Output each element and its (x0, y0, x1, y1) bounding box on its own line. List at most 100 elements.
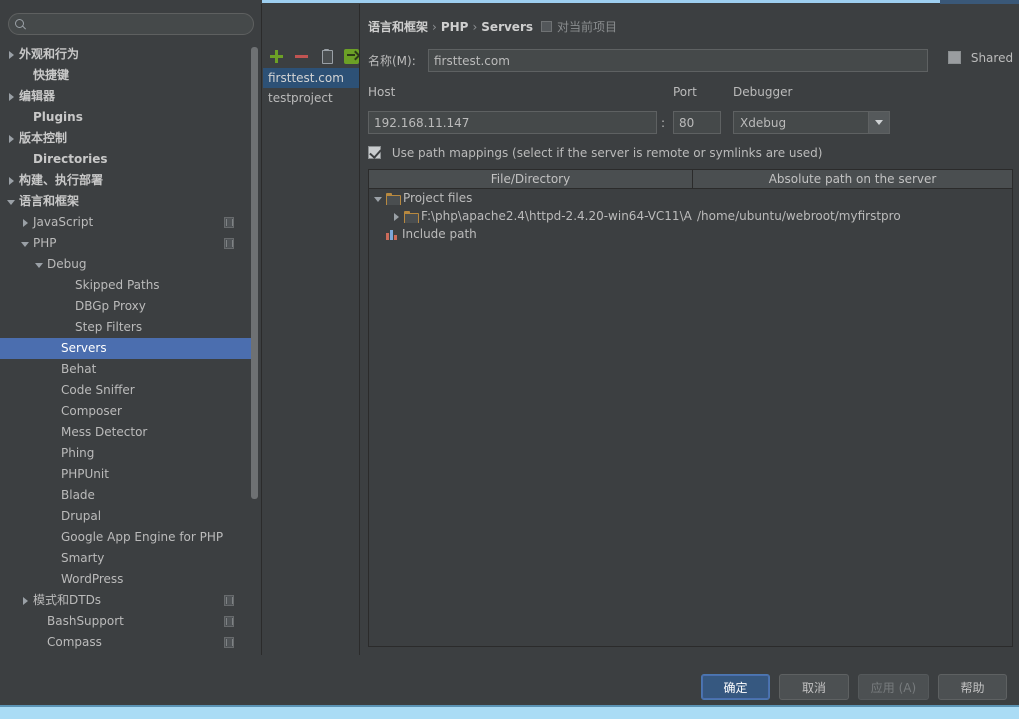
cancel-button[interactable]: 取消 (779, 674, 849, 700)
window-bottom-accent (0, 705, 1019, 719)
table-row[interactable]: Include path (369, 225, 1012, 243)
column-header-file[interactable]: File/Directory (369, 170, 693, 188)
chevron-down-icon[interactable] (20, 238, 31, 249)
sidebar-item-directories[interactable]: Directories (0, 149, 252, 170)
add-icon[interactable] (269, 49, 284, 64)
chevron-down-icon[interactable] (34, 259, 45, 270)
sidebar-item-bashsupport[interactable]: BashSupport (0, 611, 252, 632)
sidebar-item-wordpress[interactable]: WordPress (0, 569, 252, 590)
server-list-item[interactable]: firsttest.com (263, 68, 360, 88)
sidebar-item-label: Code Sniffer (61, 383, 135, 397)
ok-button[interactable]: 确定 (701, 674, 770, 700)
sidebar-item-label: Smarty (61, 551, 105, 565)
port-input[interactable] (673, 111, 721, 134)
server-toolbar (263, 44, 360, 68)
file-directory-text: F:\php\apache2.4\httpd-2.4.20-win64-VC11… (421, 209, 692, 223)
sidebar-item-[interactable]: 构建、执行部署 (0, 170, 252, 191)
table-header: File/Directory Absolute path on the serv… (369, 170, 1012, 189)
sidebar-scrollbar-thumb[interactable] (251, 47, 258, 499)
sidebar-item-behat[interactable]: Behat (0, 359, 252, 380)
host-port-colon: : (661, 116, 666, 130)
sidebar-item-servers[interactable]: Servers (0, 338, 252, 359)
server-list: firsttest.com testproject (263, 68, 360, 108)
import-icon[interactable] (344, 48, 359, 64)
chevron-right-icon[interactable] (6, 175, 17, 186)
sidebar-item-dbgp-proxy[interactable]: DBGp Proxy (0, 296, 252, 317)
sidebar-item-smarty[interactable]: Smarty (0, 548, 252, 569)
breadcrumb-part-1[interactable]: 语言和框架 (368, 20, 428, 34)
use-path-mappings-row[interactable]: Use path mappings (select if the server … (368, 146, 822, 160)
table-row[interactable]: Project files (369, 189, 1012, 207)
server-name-input[interactable] (428, 49, 928, 72)
copy-icon[interactable] (319, 48, 334, 64)
sidebar-item-[interactable]: 快捷键 (0, 65, 252, 86)
window-bottom-accent-line (0, 705, 1019, 707)
sidebar-item-debug[interactable]: Debug (0, 254, 252, 275)
sidebar-item-plugins[interactable]: Plugins (0, 107, 252, 128)
table-row[interactable]: F:\php\apache2.4\httpd-2.4.20-win64-VC11… (369, 207, 1012, 225)
search-box[interactable] (8, 13, 254, 35)
sidebar-item-javascript[interactable]: JavaScript (0, 212, 252, 233)
debugger-select[interactable]: Xdebug (733, 111, 890, 134)
server-list-item[interactable]: testproject (263, 88, 360, 108)
sidebar-item-label: 快捷键 (33, 68, 70, 82)
sidebar-item-label: PHPUnit (61, 467, 109, 481)
breadcrumb-part-2[interactable]: PHP (441, 20, 469, 34)
host-label-wrap: Host (368, 85, 395, 99)
sidebar-item-[interactable]: 版本控制 (0, 128, 252, 149)
debugger-label-wrap: Debugger (733, 85, 792, 99)
chevron-down-icon[interactable] (6, 196, 17, 207)
sidebar-item-[interactable]: 语言和框架 (0, 191, 252, 212)
host-input[interactable] (368, 111, 657, 134)
sidebar-item-code-sniffer[interactable]: Code Sniffer (0, 380, 252, 401)
chevron-right-icon[interactable] (6, 49, 17, 60)
use-path-mappings-checkbox[interactable] (368, 146, 381, 159)
sidebar-item-blade[interactable]: Blade (0, 485, 252, 506)
help-button[interactable]: 帮助 (938, 674, 1007, 700)
sidebar-item-skipped-paths[interactable]: Skipped Paths (0, 275, 252, 296)
chevron-right-icon[interactable] (20, 595, 31, 606)
chevron-right-icon[interactable] (6, 133, 17, 144)
project-scope-icon (224, 637, 234, 648)
chevron-right-icon[interactable] (391, 211, 402, 222)
remove-icon[interactable] (294, 49, 309, 64)
sidebar-item-[interactable]: 编辑器 (0, 86, 252, 107)
table-body: Project files F:\php\apache2.4\httpd-2.4.… (369, 189, 1012, 243)
chevron-down-icon[interactable] (868, 112, 889, 133)
search-input[interactable] (30, 17, 230, 31)
shared-checkbox[interactable] (948, 51, 961, 64)
sidebar-item-compass[interactable]: Compass (0, 632, 252, 653)
sidebar-item-dtds[interactable]: 模式和DTDs (0, 590, 252, 611)
breadcrumb-sep-2: › (472, 20, 478, 34)
sidebar-item-mess-detector[interactable]: Mess Detector (0, 422, 252, 443)
column-header-server[interactable]: Absolute path on the server (693, 170, 1012, 188)
sidebar-item-label: Google App Engine for PHP (61, 530, 224, 544)
sidebar-item-phpunit[interactable]: PHPUnit (0, 464, 252, 485)
sidebar-item-label: Plugins (33, 110, 83, 124)
chevron-right-icon[interactable] (6, 91, 17, 102)
chevron-right-icon[interactable] (20, 217, 31, 228)
sidebar-item-drupal[interactable]: Drupal (0, 506, 252, 527)
shared-wrap[interactable]: Shared (948, 51, 1013, 65)
sidebar-item-google-app-engine-for-php[interactable]: Google App Engine for PHP (0, 527, 252, 548)
sidebar-item-php[interactable]: PHP (0, 233, 252, 254)
sidebar-item-step-filters[interactable]: Step Filters (0, 317, 252, 338)
port-label-wrap: Port (673, 85, 697, 99)
breadcrumb-sep-1: › (432, 20, 437, 34)
chevron-down-icon[interactable] (373, 193, 384, 204)
sidebar-item-label: Drupal (61, 509, 102, 523)
cell-absolute-path[interactable]: /home/ubuntu/webroot/myfirstpro (693, 209, 1012, 223)
sidebar-item-phing[interactable]: Phing (0, 443, 252, 464)
sidebar-item-[interactable]: 外观和行为 (0, 44, 252, 65)
apply-button[interactable]: 应用 (A) (858, 674, 929, 700)
sidebar-item-label: DBGp Proxy (75, 299, 146, 313)
sidebar-item-label: 版本控制 (19, 131, 68, 145)
sidebar-item-composer[interactable]: Composer (0, 401, 252, 422)
